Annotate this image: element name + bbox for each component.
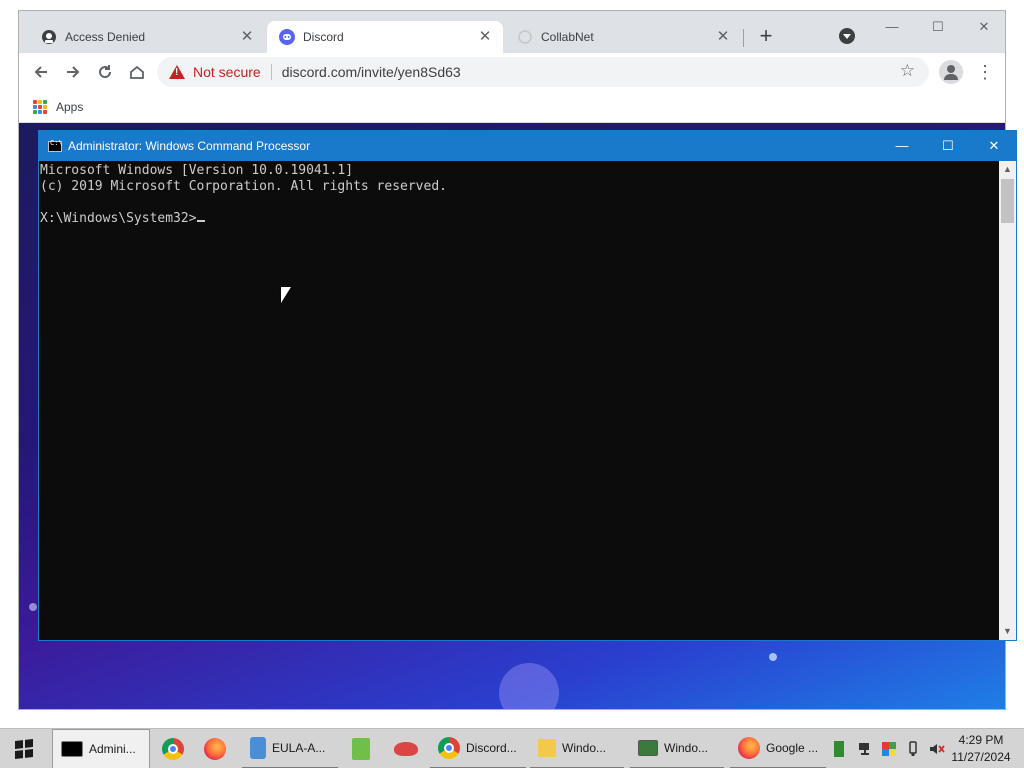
display-tray-icon[interactable] bbox=[881, 741, 896, 757]
close-icon[interactable]: ✕ bbox=[239, 29, 255, 45]
close-window-button[interactable]: ✕ bbox=[971, 131, 1017, 161]
discord-icon bbox=[279, 29, 295, 45]
address-bar[interactable]: Not secure discord.com/invite/yen8Sd63 ☆ bbox=[157, 57, 929, 87]
bookmark-star-icon[interactable]: ☆ bbox=[900, 61, 915, 81]
vertical-scrollbar[interactable]: ▲ ▼ bbox=[999, 161, 1016, 640]
minimize-button[interactable]: — bbox=[869, 13, 915, 41]
volume-muted-icon[interactable] bbox=[928, 741, 946, 757]
url-text[interactable]: discord.com/invite/yen8Sd63 bbox=[282, 64, 461, 80]
cmd-title-bar[interactable]: Administrator: Windows Command Processor… bbox=[39, 131, 1016, 161]
taskbar-label: Google ... bbox=[766, 741, 819, 755]
tab-title: Access Denied bbox=[65, 30, 146, 44]
console-prompt-line: X:\Windows\System32> bbox=[40, 211, 1000, 227]
console-line: (c) 2019 Microsoft Corporation. All righ… bbox=[40, 179, 447, 194]
tool-icon bbox=[394, 742, 418, 756]
scroll-thumb[interactable] bbox=[1001, 179, 1014, 223]
home-icon[interactable] bbox=[123, 58, 151, 86]
taskbar-item-explorer[interactable]: Windo... bbox=[530, 729, 624, 768]
decorative-star bbox=[29, 603, 37, 611]
window-title: Administrator: Windows Command Processor bbox=[68, 139, 311, 153]
chrome-icon bbox=[438, 737, 460, 759]
document-icon bbox=[250, 737, 266, 759]
omnibox-divider bbox=[270, 64, 272, 80]
bookmark-apps[interactable]: Apps bbox=[56, 100, 83, 114]
chrome-icon bbox=[162, 738, 184, 760]
battery-tray-icon[interactable] bbox=[834, 741, 844, 757]
back-arrow-icon[interactable] bbox=[27, 58, 55, 86]
mouse-cursor-icon bbox=[281, 287, 291, 303]
window-icon bbox=[638, 740, 658, 756]
clock-date: 11/27/2024 bbox=[951, 750, 1011, 764]
decorative-blob bbox=[499, 663, 559, 709]
cmd-icon bbox=[48, 139, 63, 152]
tab-strip: Access Denied ✕ Discord ✕ CollabNet ✕ + … bbox=[19, 11, 1005, 53]
cmd-icon bbox=[61, 741, 83, 757]
start-button[interactable] bbox=[0, 729, 48, 768]
incognito-agent-icon bbox=[41, 29, 57, 45]
tab-discord[interactable]: Discord ✕ bbox=[267, 21, 503, 53]
taskbar-item-tool[interactable] bbox=[386, 729, 426, 768]
text-cursor bbox=[196, 220, 205, 222]
loading-icon bbox=[517, 29, 533, 45]
taskbar-label: Windo... bbox=[664, 741, 709, 755]
windows-logo-icon bbox=[15, 739, 33, 759]
console-prompt: X:\Windows\System32> bbox=[40, 211, 197, 226]
firefox-icon bbox=[738, 737, 760, 759]
system-clock[interactable]: 4:29 PM 11/27/2024 bbox=[948, 732, 1014, 766]
command-prompt-window[interactable]: Administrator: Windows Command Processor… bbox=[38, 130, 1017, 641]
taskbar-item-firefox[interactable] bbox=[196, 729, 236, 768]
taskbar-label: Admini... bbox=[89, 742, 136, 756]
taskbar-item-notepad[interactable] bbox=[344, 729, 382, 768]
taskbar-item-window[interactable]: Windo... bbox=[630, 729, 724, 768]
taskbar: Admini... EULA-A... Discord... Windo... … bbox=[0, 728, 1024, 768]
console-output[interactable]: Microsoft Windows [Version 10.0.19041.1]… bbox=[39, 161, 1000, 640]
taskbar-label: EULA-A... bbox=[272, 741, 326, 755]
taskbar-label: Discord... bbox=[466, 741, 517, 755]
browser-toolbar: Not secure discord.com/invite/yen8Sd63 ☆… bbox=[19, 53, 1005, 91]
tab-search-icon[interactable] bbox=[839, 28, 855, 44]
taskbar-item-chrome[interactable] bbox=[154, 729, 192, 768]
forward-arrow-icon[interactable] bbox=[59, 58, 87, 86]
console-line: Microsoft Windows [Version 10.0.19041.1] bbox=[40, 163, 354, 178]
apps-grid-icon[interactable] bbox=[33, 99, 47, 114]
tab-access-denied[interactable]: Access Denied ✕ bbox=[29, 21, 265, 53]
maximize-button[interactable]: ☐ bbox=[925, 131, 971, 161]
bookmarks-bar: Apps bbox=[19, 91, 1005, 123]
taskbar-item-eula[interactable]: EULA-A... bbox=[242, 729, 338, 768]
folder-icon bbox=[538, 739, 556, 757]
taskbar-item-google[interactable]: Google ... bbox=[730, 729, 826, 768]
profile-avatar-icon[interactable] bbox=[939, 60, 963, 84]
notepad-icon bbox=[352, 738, 370, 760]
decorative-star bbox=[769, 653, 777, 661]
maximize-button[interactable]: ☐ bbox=[915, 13, 961, 41]
tab-title: Discord bbox=[303, 30, 344, 44]
usb-tray-icon[interactable] bbox=[906, 741, 920, 757]
scroll-down-icon[interactable]: ▼ bbox=[999, 623, 1016, 640]
close-window-button[interactable]: ✕ bbox=[961, 13, 1005, 41]
warning-icon[interactable] bbox=[169, 65, 185, 79]
tab-separator bbox=[743, 29, 744, 47]
minimize-button[interactable]: — bbox=[879, 131, 925, 161]
tab-collabnet[interactable]: CollabNet ✕ bbox=[505, 21, 741, 53]
tab-title: CollabNet bbox=[541, 30, 594, 44]
new-tab-button[interactable]: + bbox=[755, 25, 777, 48]
taskbar-label: Windo... bbox=[562, 741, 607, 755]
taskbar-item-discord[interactable]: Discord... bbox=[430, 729, 526, 768]
security-label[interactable]: Not secure bbox=[193, 64, 261, 80]
scroll-up-icon[interactable]: ▲ bbox=[999, 161, 1016, 178]
close-icon[interactable]: ✕ bbox=[477, 29, 493, 45]
menu-dots-icon[interactable]: ⋮ bbox=[975, 59, 995, 85]
clock-time: 4:29 PM bbox=[958, 733, 1004, 747]
reload-icon[interactable] bbox=[91, 58, 119, 86]
taskbar-item-cmd[interactable]: Admini... bbox=[52, 729, 150, 768]
network-tray-icon[interactable] bbox=[858, 741, 872, 757]
firefox-icon bbox=[204, 738, 226, 760]
close-icon[interactable]: ✕ bbox=[715, 29, 731, 45]
